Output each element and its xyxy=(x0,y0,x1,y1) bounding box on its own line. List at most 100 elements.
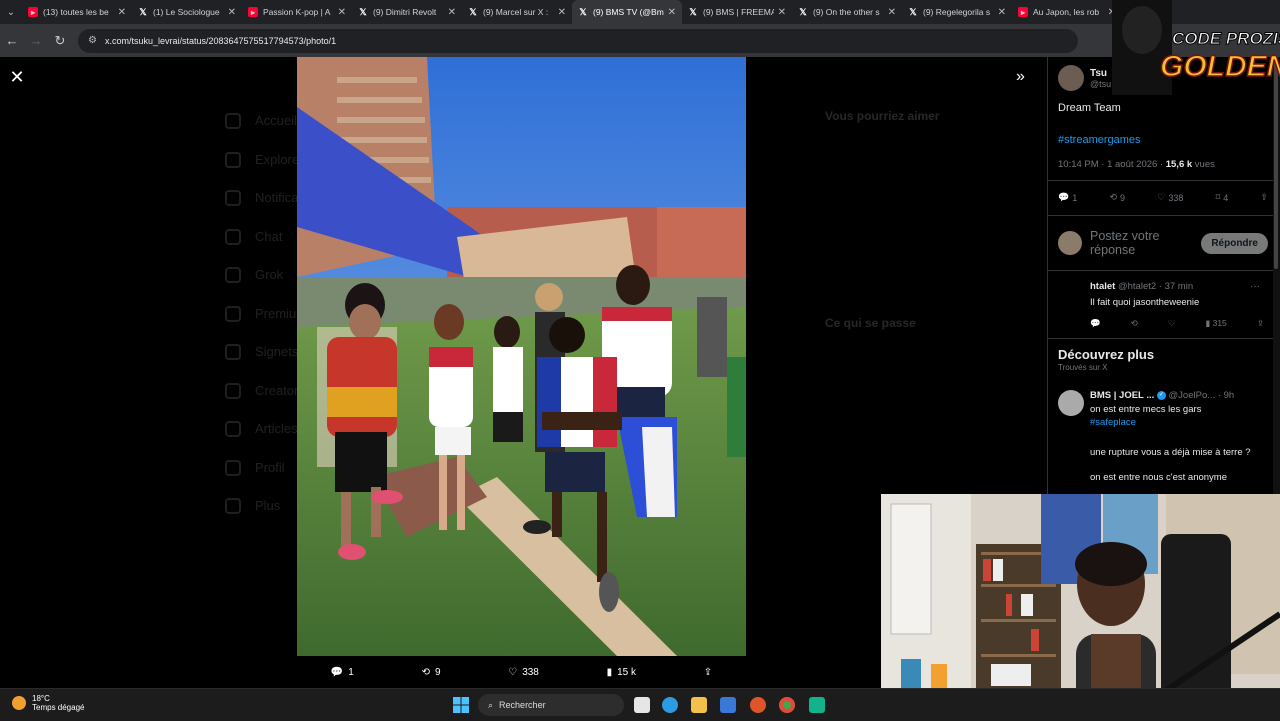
nav-item-icon xyxy=(225,267,241,284)
windows-taskbar: 18°C Temps dégagé ⌕ Rechercher xyxy=(0,688,1280,721)
repost-icon[interactable]: ⟲ xyxy=(1131,318,1138,329)
reply-actions: 💬 ⟲ ♡ ▮ 315 ⇪ xyxy=(1090,318,1264,329)
background-nav-label: Grok xyxy=(255,267,284,282)
tab-close-icon[interactable]: ✕ xyxy=(888,7,896,18)
tab-close-icon[interactable]: ✕ xyxy=(118,7,126,18)
background-nav-label: Signets xyxy=(255,344,299,359)
tweet-photo xyxy=(297,57,746,656)
photo-like-button[interactable]: ♡ 338 xyxy=(508,667,539,678)
tweet-actions: 💬 1 ⟲ 9 ♡ 338 ⌑ 4 ⇪ xyxy=(1058,192,1268,203)
author-name: Tsu xyxy=(1090,67,1108,79)
x-logo-icon: 𝕏 xyxy=(909,6,917,17)
reply-handle: @htalet2 · 37 min xyxy=(1117,281,1194,292)
address-bar[interactable]: ⚙ x.com/tsuku_levrai/status/208364757551… xyxy=(78,28,1078,53)
tab-title: (9) On the other s xyxy=(813,7,880,17)
store-icon[interactable] xyxy=(720,697,736,713)
nav-item-icon xyxy=(225,113,241,130)
chrome-icon[interactable] xyxy=(779,697,795,713)
task-view-icon[interactable] xyxy=(634,697,650,713)
back-icon[interactable]: ← xyxy=(0,29,24,53)
tab-search-icon[interactable]: ⌄ xyxy=(0,0,22,24)
x-logo-icon: 𝕏 xyxy=(139,6,147,17)
share-icon[interactable]: ⇪ xyxy=(1257,318,1264,329)
close-icon[interactable]: ✕ xyxy=(8,68,26,86)
reply-composer: Postez votre réponse Répondre xyxy=(1058,229,1268,257)
background-nav-label: Profil xyxy=(255,459,285,475)
avatar[interactable] xyxy=(1058,390,1084,416)
edge-icon[interactable] xyxy=(662,697,678,713)
like-button[interactable]: ♡ 338 xyxy=(1157,192,1183,203)
collapse-sidebar-icon[interactable]: » xyxy=(1016,68,1025,86)
nav-item-icon xyxy=(225,498,241,515)
forward-icon[interactable]: → xyxy=(24,29,48,53)
photo-repost-count: 9 xyxy=(434,666,441,678)
heart-icon: ♡ xyxy=(508,666,518,678)
address-url: x.com/tsuku_levrai/status/20836475755177… xyxy=(104,35,337,46)
repost-button[interactable]: ⟲ 9 xyxy=(1109,192,1125,203)
background-heading-suggestions: Vous pourriez aimer xyxy=(825,109,940,123)
browser-tab[interactable]: 𝕏 (1) Le Sociologue ✕ xyxy=(132,0,242,24)
taskbar-search[interactable]: ⌕ Rechercher xyxy=(478,694,624,716)
weather-temp: 18°C xyxy=(32,694,50,703)
youtube-icon: ▸ xyxy=(1018,7,1028,17)
reload-icon[interactable]: ↻ xyxy=(48,29,72,53)
share-button[interactable]: ⇪ xyxy=(1260,192,1268,203)
reply-username[interactable]: htalet xyxy=(1090,281,1115,292)
file-explorer-icon[interactable] xyxy=(691,697,707,713)
more-icon[interactable]: ··· xyxy=(1250,281,1260,292)
recommended-hashtag[interactable]: #safeplace xyxy=(1090,417,1136,428)
windows-start-icon[interactable] xyxy=(453,697,469,713)
browser-tab[interactable]: ▸ Passion K-pop | A ✕ xyxy=(242,0,352,24)
browser-tab[interactable]: 𝕏 (9) On the other s ✕ xyxy=(792,0,902,24)
sponsor-logo: CODE PROZIS GOLDENG xyxy=(1112,0,1280,95)
browser-tab[interactable]: 𝕏 (9) Regelegorila s ✕ xyxy=(902,0,1012,24)
webcam-feed xyxy=(881,494,1280,720)
background-nav-label: Articles xyxy=(255,421,298,436)
weather-widget[interactable]: 18°C Temps dégagé xyxy=(12,694,84,712)
tab-close-icon[interactable]: ✕ xyxy=(228,7,236,18)
reply-icon: 💬 xyxy=(1058,192,1070,202)
browser-tab[interactable]: ▸ Au Japon, les rob ✕ xyxy=(1012,0,1122,24)
views-button[interactable]: ▮ 315 xyxy=(1206,318,1227,329)
tab-close-icon[interactable]: ✕ xyxy=(668,7,676,18)
x-logo-icon: 𝕏 xyxy=(799,6,807,17)
discover-subtitle: Trouvés sur X xyxy=(1058,363,1108,372)
repost-count: 9 xyxy=(1120,192,1126,203)
recommended-author[interactable]: BMS | JOEL ... xyxy=(1090,390,1154,401)
photo-repost-button[interactable]: ⟲ 9 xyxy=(422,667,441,678)
app-icon[interactable] xyxy=(809,697,825,713)
tweet-time[interactable]: 10:14 PM · 1 août 2026 · xyxy=(1058,159,1166,170)
bookmark-button[interactable]: ⌑ 4 xyxy=(1216,192,1229,203)
background-nav-label: Accueil xyxy=(255,113,297,128)
reply-submit-button[interactable]: Répondre xyxy=(1201,232,1268,254)
site-info-icon[interactable]: ⚙ xyxy=(88,35,97,46)
browser-tab[interactable]: ▸ (13) toutes les be ✕ xyxy=(22,0,132,24)
browser-tab[interactable]: 𝕏 (9) Dimitri Revolt ✕ xyxy=(352,0,462,24)
reply-button[interactable]: 💬 1 xyxy=(1058,192,1077,203)
browser-tab[interactable]: 𝕏 (9) Marcel sur X : ✕ xyxy=(462,0,572,24)
tweet-views-label: vues xyxy=(1192,159,1215,170)
firefox-icon[interactable] xyxy=(750,697,766,713)
avatar[interactable] xyxy=(1058,65,1084,91)
tab-close-icon[interactable]: ✕ xyxy=(338,7,346,18)
heart-icon[interactable]: ♡ xyxy=(1168,318,1176,329)
photo-share-button[interactable]: ⇪ xyxy=(704,667,712,678)
share-icon: ⇪ xyxy=(703,666,713,678)
photo-views-button[interactable]: ▮ 15 k xyxy=(607,667,636,678)
tab-close-icon[interactable]: ✕ xyxy=(448,7,456,18)
tab-close-icon[interactable]: ✕ xyxy=(998,7,1006,18)
photo-views-count: 15 k xyxy=(617,666,636,678)
reply-input[interactable]: Postez votre réponse xyxy=(1090,229,1190,257)
taskbar-search-placeholder: Rechercher xyxy=(499,700,546,710)
tab-close-icon[interactable]: ✕ xyxy=(778,7,786,18)
browser-tab[interactable]: 𝕏 (9) BMS TV (@Bm ✕ xyxy=(572,0,682,24)
photo-like-count: 338 xyxy=(522,666,539,678)
tweet-hashtag[interactable]: #streamergames xyxy=(1058,134,1141,146)
tab-close-icon[interactable]: ✕ xyxy=(558,7,566,18)
sponsor-logo-line1: CODE PROZIS xyxy=(1172,29,1280,48)
photo-reply-button[interactable]: 💬 1 xyxy=(331,667,354,678)
reply-icon[interactable]: 💬 xyxy=(1090,318,1101,329)
tweet-author[interactable]: Tsu @tsu xyxy=(1058,65,1111,91)
browser-tab[interactable]: 𝕏 (9) BMS | FREEMA ✕ xyxy=(682,0,792,24)
tab-title: (9) Regelegorila s xyxy=(923,7,991,17)
